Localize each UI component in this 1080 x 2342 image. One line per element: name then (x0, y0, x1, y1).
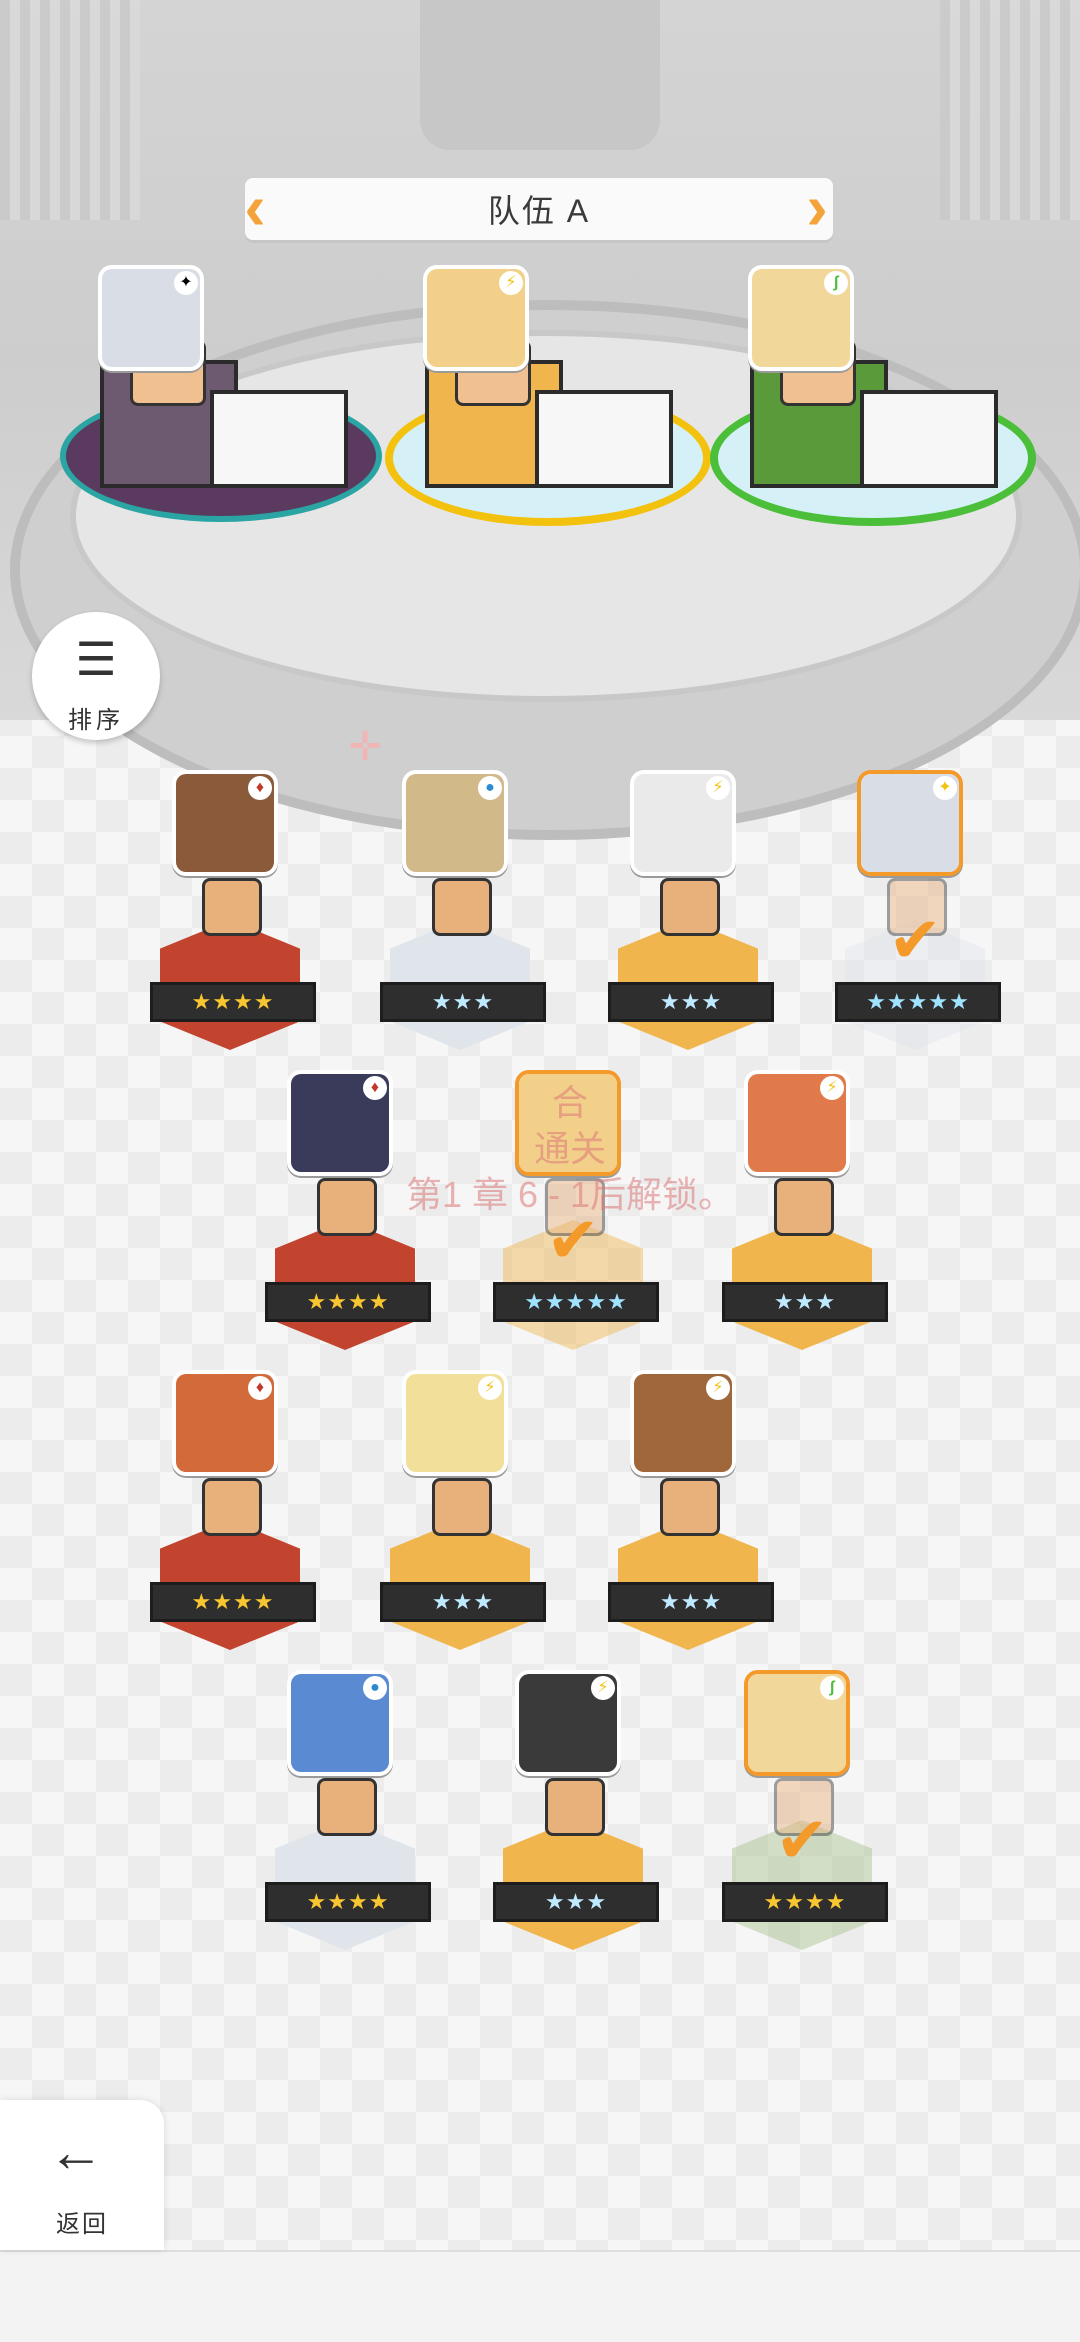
star-rating: ★★★★★ (835, 982, 1001, 1022)
roster-unit[interactable]: ✦ ★★★★★ ✔ (835, 770, 1001, 1070)
unit-sprite (660, 878, 720, 936)
character-portrait[interactable]: ʃ (744, 1670, 850, 1776)
roster-unit[interactable]: ● ★★★ (380, 770, 546, 1070)
element-icon: ● (478, 776, 502, 800)
character-portrait[interactable]: ⚡ (515, 1670, 621, 1776)
star-rating: ★★★ (380, 982, 546, 1022)
character-portrait[interactable]: ● (287, 1670, 393, 1776)
star-rating: ★★★ (493, 1882, 659, 1922)
element-icon: ♦ (248, 1376, 272, 1400)
star-rating: ★★★★★ (493, 1282, 659, 1322)
unit-sprite (545, 1778, 605, 1836)
character-portrait[interactable]: ● (402, 770, 508, 876)
character-portrait[interactable]: ⚡ (630, 770, 736, 876)
team-slot-1[interactable]: ✦ (60, 265, 382, 550)
unit-sprite (202, 1478, 262, 1536)
bottom-bar (0, 2250, 1080, 2342)
roster-unit[interactable]: ʃ ★★★★ ✔ (722, 1670, 888, 1970)
element-icon: ʃ (820, 1676, 844, 1700)
team-title-bar: 队伍 A (245, 178, 833, 240)
star-rating: ★★★★ (150, 982, 316, 1022)
chevron-right-icon: › (806, 171, 828, 243)
next-team-button[interactable]: › (800, 174, 834, 244)
star-rating: ★★★ (608, 982, 774, 1022)
arrow-left-icon: ← (48, 2120, 104, 2183)
unit-sprite (774, 1178, 834, 1236)
sort-label: 排序 (68, 707, 124, 734)
character-portrait[interactable]: ⚡ (423, 265, 529, 371)
element-icon: ● (363, 1676, 387, 1700)
check-icon: ✔ (546, 1204, 600, 1276)
team-title: 队伍 A (487, 193, 591, 229)
check-icon: ✔ (775, 1804, 829, 1876)
element-icon: ⚡ (499, 271, 523, 295)
star-rating: ★★★★ (722, 1882, 888, 1922)
star-rating: ★★★★ (265, 1882, 431, 1922)
character-portrait[interactable]: ⚡ (402, 1370, 508, 1476)
element-icon: ⚡ (820, 1076, 844, 1100)
element-icon: ✦ (933, 776, 957, 800)
unit-sprite (432, 1478, 492, 1536)
element-icon: ⚡ (706, 1376, 730, 1400)
element-icon: ⚡ (706, 776, 730, 800)
character-portrait[interactable]: ʃ (748, 265, 854, 371)
unit-sprite (660, 1478, 720, 1536)
roster-unit[interactable]: ♦ ★★★★ (150, 770, 316, 1070)
roster-unit[interactable]: ⚡ ★★★ (493, 1670, 659, 1970)
roster-unit[interactable]: ⚡ ★★★ (608, 770, 774, 1070)
character-portrait[interactable]: ♦ (172, 770, 278, 876)
element-icon: ⚡ (591, 1676, 615, 1700)
star-rating: ★★★★ (265, 1282, 431, 1322)
star-rating: ★★★★ (150, 1582, 316, 1622)
element-icon: ʃ (824, 271, 848, 295)
crosshair-icon: ✛ (348, 725, 382, 769)
unlock-message: 合 通关 第1 章 6 - 1后解锁。 (405, 1082, 735, 1215)
team-slot-2[interactable]: ⚡ (385, 265, 711, 550)
unit-sprite (432, 878, 492, 936)
star-rating: ★★★ (380, 1582, 546, 1622)
character-portrait[interactable]: ✦ (98, 265, 204, 371)
back-button[interactable]: ← 返回 (0, 2100, 164, 2250)
character-portrait[interactable]: ✦ (857, 770, 963, 876)
roster-unit[interactable]: ⚡ ★★★ (608, 1370, 774, 1670)
roster-unit[interactable]: ● ★★★★ (265, 1670, 431, 1970)
team-slot-3[interactable]: ʃ (710, 265, 1036, 550)
check-icon: ✔ (888, 904, 942, 976)
character-portrait[interactable]: ♦ (172, 1370, 278, 1476)
chevron-left-icon: ‹ (244, 171, 266, 243)
element-icon: ⚡ (478, 1376, 502, 1400)
back-label: 返回 (56, 2211, 108, 2238)
roster-unit[interactable]: ⚡ ★★★ (380, 1370, 546, 1670)
sort-icon: ☰ (75, 633, 117, 685)
prev-team-button[interactable]: ‹ (238, 174, 272, 244)
sort-button[interactable]: ☰ 排序 (32, 612, 160, 740)
character-portrait[interactable]: ⚡ (630, 1370, 736, 1476)
roster-unit[interactable]: ♦ ★★★★ (150, 1370, 316, 1670)
element-icon: ✦ (174, 271, 198, 295)
star-rating: ★★★ (722, 1282, 888, 1322)
element-icon: ♦ (248, 776, 272, 800)
unit-sprite (202, 878, 262, 936)
unit-sprite (317, 1778, 377, 1836)
star-rating: ★★★ (608, 1582, 774, 1622)
